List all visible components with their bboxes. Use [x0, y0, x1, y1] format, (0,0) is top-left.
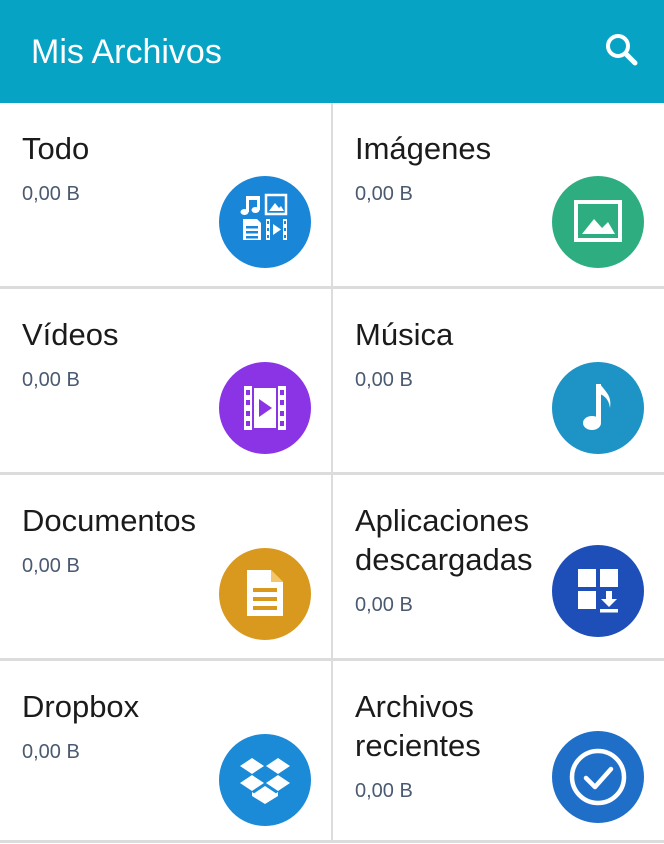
category-size: 0,00 B: [22, 183, 80, 205]
category-size: 0,00 B: [355, 594, 413, 616]
category-size: 0,00 B: [355, 369, 413, 391]
column-divider: [331, 103, 333, 843]
category-size: 0,00 B: [355, 183, 413, 205]
category-tile-imagenes[interactable]: Imágenes 0,00 B: [333, 103, 664, 286]
category-tile-aplicaciones-descargadas[interactable]: Aplicaciones descargadas 0,00 B: [333, 475, 664, 658]
app-bar: Mis Archivos: [0, 0, 664, 103]
image-icon: [552, 176, 644, 268]
video-icon: [219, 362, 311, 454]
category-size: 0,00 B: [22, 369, 80, 391]
category-tile-dropbox[interactable]: Dropbox 0,00 B: [0, 661, 331, 844]
recent-clock-icon: [552, 731, 644, 823]
category-title: Imágenes: [355, 131, 492, 166]
category-title: Aplicaciones descargadas: [355, 503, 533, 577]
category-tile-videos[interactable]: Vídeos 0,00 B: [0, 289, 331, 472]
category-title: Dropbox: [22, 689, 140, 724]
document-icon: [219, 548, 311, 640]
category-size: 0,00 B: [355, 780, 413, 802]
download-apps-icon: [552, 545, 644, 637]
category-size: 0,00 B: [22, 741, 80, 763]
all-files-icon: [219, 176, 311, 268]
search-button[interactable]: [602, 30, 642, 70]
category-tile-todo[interactable]: Todo 0,00 B: [0, 103, 331, 286]
dropbox-icon: [219, 734, 311, 826]
category-title: Documentos: [22, 503, 197, 538]
search-icon: [606, 34, 638, 66]
music-note-icon: [552, 362, 644, 454]
category-size: 0,00 B: [22, 555, 80, 577]
category-title: Archivos recientes: [355, 689, 481, 763]
category-tile-archivos-recientes[interactable]: Archivos recientes 0,00 B: [333, 661, 664, 844]
category-tile-musica[interactable]: Música 0,00 B: [333, 289, 664, 472]
category-title: Todo: [22, 131, 90, 166]
category-title: Música: [355, 317, 454, 352]
category-tile-documentos[interactable]: Documentos 0,00 B: [0, 475, 331, 658]
category-title: Vídeos: [22, 317, 119, 352]
page-title: Mis Archivos: [31, 33, 222, 71]
